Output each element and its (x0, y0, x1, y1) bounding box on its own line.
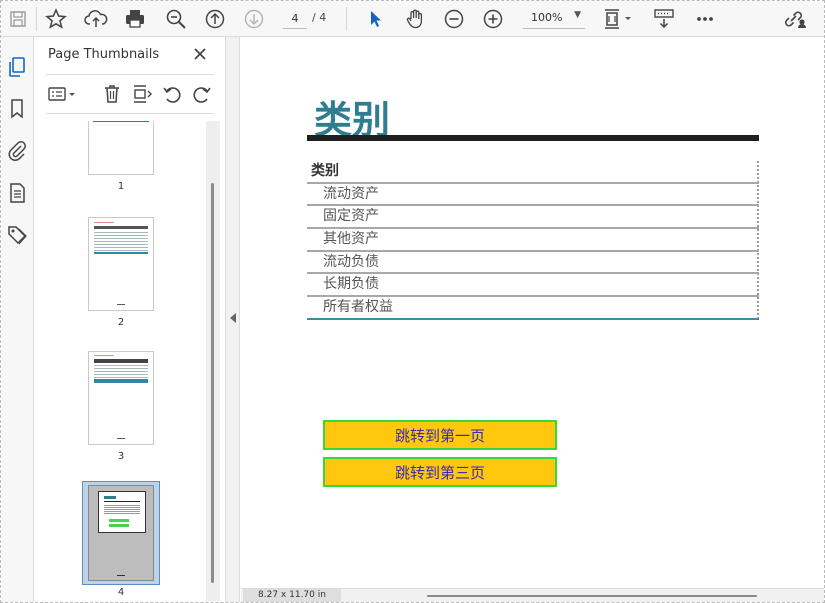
layers-icon[interactable] (5, 181, 29, 205)
zoom-out-search-icon[interactable] (163, 6, 189, 32)
panel-divider (46, 74, 214, 75)
scrollbar-thumb[interactable] (211, 183, 214, 583)
thumbnail-list: 1 2 3 4 (46, 121, 206, 601)
horizontal-scrollbar[interactable] (427, 595, 757, 597)
print-icon[interactable] (122, 6, 148, 32)
thumbnail-label: 4 (117, 587, 125, 598)
main-toolbar: / 4 100% ▼ (1, 1, 824, 37)
page-up-icon[interactable] (202, 6, 228, 32)
thumbnail-label: 3 (117, 451, 125, 462)
page-thumbnails-panel: Page Thumbnails 1 2 3 4 (34, 37, 226, 602)
table-row: 其他资产 (307, 229, 759, 252)
thumbnail-content (109, 524, 129, 527)
rotate-left-icon[interactable] (160, 82, 184, 106)
panel-divider (46, 113, 214, 114)
close-icon[interactable] (190, 44, 210, 64)
thumbnail-content (94, 355, 114, 356)
thumbnail-page-4[interactable] (88, 485, 154, 581)
table-row: 固定资产 (307, 206, 759, 230)
save-icon[interactable] (5, 6, 31, 32)
table-header: 类别 (307, 161, 759, 184)
thumbnail-content (94, 379, 148, 383)
page-down-icon[interactable] (241, 6, 267, 32)
thumbnail-content (104, 501, 140, 502)
thumbnail-label: 2 (117, 317, 125, 328)
zoom-out-icon[interactable] (441, 6, 467, 32)
thumbnail-content (98, 491, 146, 533)
thumbnail-label: 1 (117, 181, 125, 192)
star-icon[interactable] (43, 6, 69, 32)
thumbnail-content (94, 226, 148, 229)
bookmark-icon[interactable] (5, 97, 29, 121)
toolbar-divider (36, 7, 37, 31)
trash-icon[interactable] (100, 82, 124, 106)
thumbnail-content (94, 230, 148, 252)
thumbnail-content (117, 304, 125, 305)
current-page-input[interactable] (283, 9, 307, 29)
upload-cloud-icon[interactable] (83, 6, 109, 32)
chevron-down-icon: ▼ (574, 10, 581, 20)
table-row: 流动资产 (307, 184, 759, 207)
thumbnail-content (104, 504, 140, 514)
status-bar: 8.27 x 11.70 in (241, 588, 824, 602)
thumbnail-page-1[interactable] (88, 121, 154, 175)
thumbnail-content (117, 575, 125, 576)
thumbnail-page-3[interactable] (88, 351, 154, 445)
thumbnail-content (117, 438, 125, 439)
collapse-arrow-icon[interactable] (230, 313, 236, 323)
zoom-in-icon[interactable] (480, 6, 506, 32)
thumbnail-page-2[interactable] (88, 217, 154, 311)
share-link-icon[interactable] (783, 6, 809, 32)
thumbnail-content (94, 363, 148, 379)
more-icon[interactable] (692, 6, 718, 32)
thumbnail-content (94, 252, 148, 254)
insert-page-icon[interactable] (130, 82, 154, 106)
select-arrow-icon[interactable] (363, 6, 389, 32)
category-table: 类别 流动资产 固定资产 其他资产 流动负债 长期负债 所有者权益 (307, 161, 759, 320)
thumbnail-content (104, 496, 116, 499)
page-count: / 4 (312, 11, 327, 24)
hand-icon[interactable] (402, 6, 428, 32)
table-row: 流动负债 (307, 252, 759, 275)
goto-third-page-button[interactable]: 跳转到第三页 (323, 457, 557, 487)
tag-icon[interactable] (5, 223, 29, 247)
page-size-label: 8.27 x 11.70 in (243, 589, 341, 602)
heading-rule (307, 135, 759, 141)
zoom-select[interactable]: 100% ▼ (523, 9, 585, 29)
thumbnail-scrollbar[interactable] (206, 121, 220, 601)
table-row: 所有者权益 (307, 297, 759, 320)
scroll-mode-icon[interactable] (651, 6, 677, 32)
rotate-right-icon[interactable] (190, 82, 214, 106)
goto-first-page-button[interactable]: 跳转到第一页 (323, 420, 557, 450)
page-thumbnails-icon[interactable] (5, 55, 29, 79)
thumbnail-content (109, 519, 129, 522)
table-row: 长期负债 (307, 274, 759, 298)
toolbar-divider (346, 7, 347, 31)
zoom-value: 100% (531, 11, 563, 24)
attachment-icon[interactable] (5, 139, 29, 163)
fit-page-icon[interactable] (601, 6, 635, 32)
document-view: 类别 类别 流动资产 固定资产 其他资产 流动负债 长期负债 所有者权益 跳转到… (241, 37, 824, 588)
panel-splitter[interactable] (226, 37, 240, 602)
thumbnail-content (94, 222, 114, 223)
thumbnail-options-icon[interactable] (46, 82, 80, 106)
navigation-rail (1, 37, 34, 602)
thumbnail-content (93, 121, 149, 122)
panel-title: Page Thumbnails (48, 47, 160, 62)
